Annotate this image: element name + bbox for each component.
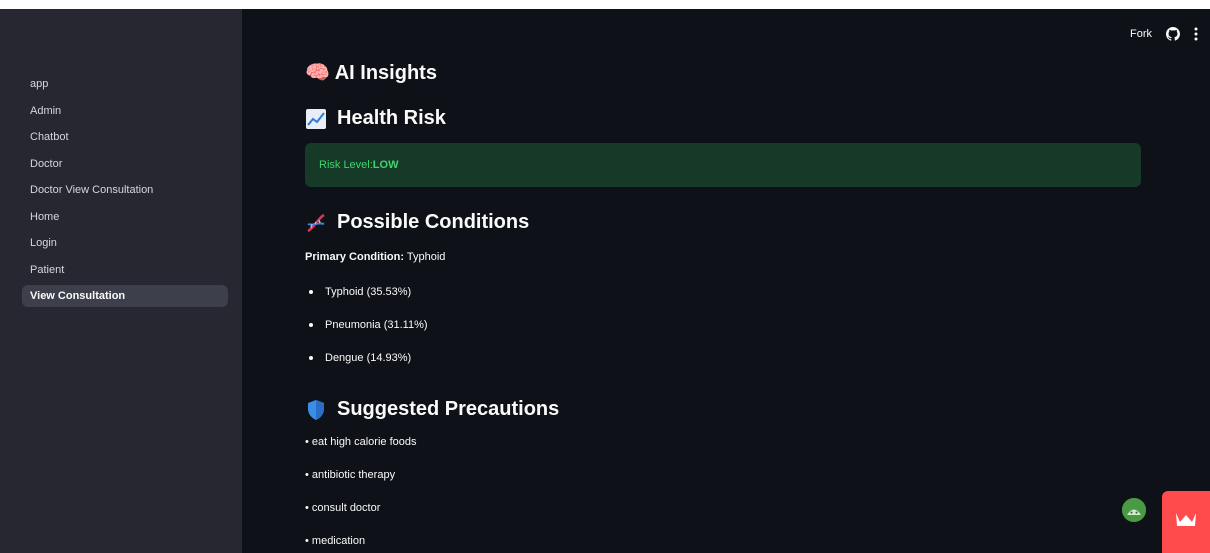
primary-condition: Primary Condition: Typhoid <box>305 251 445 263</box>
primary-condition-label: Primary Condition: <box>305 251 405 263</box>
topbar: Fork <box>1130 27 1198 41</box>
sidebar-item-chatbot[interactable]: Chatbot <box>22 126 228 148</box>
user-avatar[interactable] <box>1122 498 1146 522</box>
streamlit-badge-button[interactable] <box>1162 491 1210 553</box>
risk-level-value: LOW <box>372 159 399 171</box>
sidebar-nav: app Admin Chatbot Doctor Doctor View Con… <box>22 73 228 312</box>
dna-icon <box>305 212 327 234</box>
shield-icon <box>305 399 327 421</box>
health-risk-heading-text: Health Risk <box>337 107 446 129</box>
sidebar-item-app[interactable]: app <box>22 73 228 95</box>
suggested-precautions-heading-text: Suggested Precautions <box>337 398 560 420</box>
possible-conditions-heading-text: Possible Conditions <box>337 211 530 233</box>
sidebar-item-login[interactable]: Login <box>22 232 228 254</box>
condition-item: Dengue (14.93%) <box>305 350 428 383</box>
precaution-item: • antibiotic therapy <box>305 469 396 481</box>
sidebar-item-patient[interactable]: Patient <box>22 259 228 281</box>
sidebar-item-view-consultation[interactable]: View Consultation <box>22 285 228 307</box>
github-icon[interactable] <box>1166 27 1180 41</box>
precaution-item: • consult doctor <box>305 502 381 514</box>
sidebar: app Admin Chatbot Doctor Doctor View Con… <box>0 9 242 553</box>
suggested-precautions-heading: Suggested Precautions <box>305 398 559 421</box>
possible-conditions-heading: Possible Conditions <box>305 211 529 234</box>
page-title: 🧠 AI Insights <box>305 62 437 84</box>
streamlit-app: app Admin Chatbot Doctor Doctor View Con… <box>0 9 1210 553</box>
kebab-menu-icon[interactable] <box>1194 27 1198 41</box>
risk-level-label: Risk Level: <box>319 159 373 171</box>
fork-button[interactable]: Fork <box>1130 28 1152 40</box>
precaution-item: • medication <box>305 535 366 547</box>
avatar-icon <box>1122 498 1146 522</box>
sidebar-item-doctor-view-consultation[interactable]: Doctor View Consultation <box>22 179 228 201</box>
precaution-item: • eat high calorie foods <box>305 436 417 448</box>
condition-item: Typhoid (35.53%) <box>305 284 428 317</box>
sidebar-item-admin[interactable]: Admin <box>22 100 228 122</box>
condition-item: Pneumonia (31.11%) <box>305 317 428 350</box>
health-risk-heading: Health Risk <box>305 107 446 130</box>
primary-condition-value: Typhoid <box>404 251 446 263</box>
sidebar-item-home[interactable]: Home <box>22 206 228 228</box>
sidebar-item-doctor[interactable]: Doctor <box>22 153 228 175</box>
risk-level-alert: Risk Level: LOW <box>305 143 1141 187</box>
conditions-list: Typhoid (35.53%) Pneumonia (31.11%) Deng… <box>305 284 428 383</box>
chart-increasing-icon <box>305 108 327 130</box>
crown-icon <box>1176 513 1196 526</box>
